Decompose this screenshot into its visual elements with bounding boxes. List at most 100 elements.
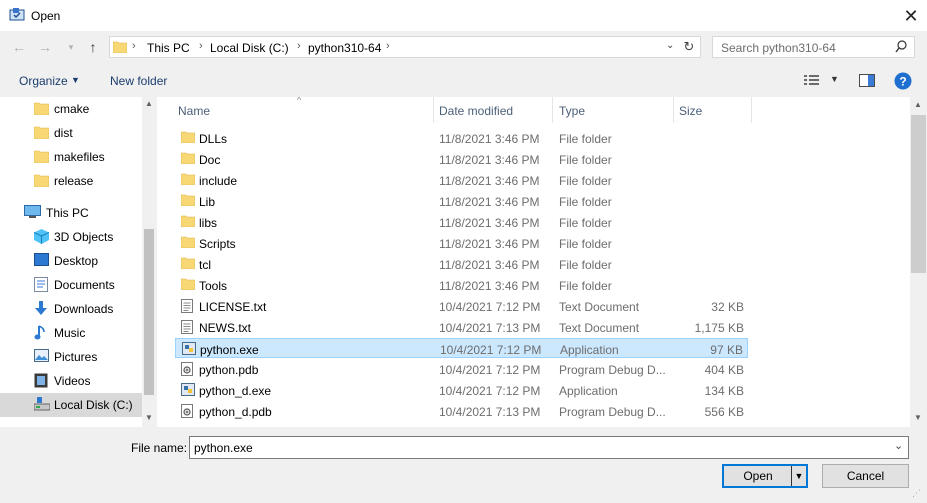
column-divider[interactable] [433, 97, 434, 123]
nav-item-downloads[interactable]: Downloads [0, 297, 142, 321]
file-date: 11/8/2021 3:46 PM [439, 258, 540, 272]
breadcrumb-separator-icon: › [386, 40, 390, 52]
nav-item-dist[interactable]: dist [0, 121, 142, 145]
scrollbar-thumb[interactable] [911, 115, 926, 273]
file-date: 11/8/2021 3:46 PM [439, 174, 540, 188]
file-list-scrollbar[interactable]: ▲ ▼ [910, 97, 927, 427]
nav-item-label: makefiles [54, 150, 105, 164]
preview-pane-icon[interactable] [859, 74, 875, 90]
chevron-down-icon: ▼ [830, 74, 839, 84]
resize-grip-icon[interactable]: ⋰ [912, 488, 921, 499]
file-name: LICENSE.txt [199, 300, 267, 314]
column-header-name[interactable]: Name [178, 104, 210, 118]
table-row[interactable]: Doc 11/8/2021 3:46 PM File folder [175, 149, 748, 169]
column-divider[interactable] [751, 97, 752, 123]
chevron-up-icon[interactable]: ▲ [914, 100, 922, 109]
table-row[interactable]: Scripts 11/8/2021 3:46 PM File folder [175, 233, 748, 253]
details-view-icon [804, 74, 820, 89]
file-date: 10/4/2021 7:13 PM [439, 405, 541, 419]
file-name-field[interactable]: python.exe ⌄ [189, 436, 909, 459]
breadcrumb-this-pc[interactable]: This PC [147, 41, 190, 55]
arrow-right-icon: → [38, 39, 52, 55]
arrow-up-icon: ↑ [89, 39, 97, 55]
column-header-size[interactable]: Size [679, 104, 702, 118]
computer-icon [24, 205, 41, 219]
table-row[interactable]: LICENSE.txt 10/4/2021 7:12 PM Text Documen… [175, 296, 748, 316]
table-row[interactable]: DLLs 11/8/2021 3:46 PM File folder [175, 128, 748, 148]
table-row[interactable]: libs 11/8/2021 3:46 PM File folder [175, 212, 748, 232]
file-type: Application [559, 384, 618, 398]
chevron-down-icon[interactable]: ⌄ [894, 439, 903, 452]
chevron-down-icon[interactable]: ▼ [145, 413, 153, 422]
chevron-down-icon[interactable]: ⌄ [666, 40, 674, 51]
table-row[interactable]: Lib 11/8/2021 3:46 PM File folder [175, 191, 748, 211]
column-header-type[interactable]: Type [559, 104, 585, 118]
organize-button[interactable]: Organize [19, 74, 68, 88]
chevron-down-icon[interactable]: ▼ [914, 413, 922, 422]
nav-item-3d-objects[interactable]: 3D Objects [0, 225, 142, 249]
nav-item-documents[interactable]: Documents [0, 273, 142, 297]
up-button[interactable]: ↑ [84, 38, 102, 56]
nav-item-label: Desktop [54, 254, 99, 268]
search-input[interactable]: Search python310-64 [721, 41, 836, 55]
chevron-down-icon: ▾ [68, 41, 74, 52]
nav-item-pictures[interactable]: Pictures [0, 345, 142, 369]
table-row[interactable]: NEWS.txt 10/4/2021 7:13 PM Text Document 1,… [175, 317, 748, 337]
search-box[interactable]: Search python310-64 [712, 36, 915, 58]
open-options-dropdown[interactable]: ▼ [791, 466, 806, 486]
file-type: Program Debug D... [559, 363, 666, 377]
column-divider[interactable] [552, 97, 553, 123]
table-row[interactable]: python_d.pdb 10/4/2021 7:13 PM Program Deb… [175, 401, 748, 421]
scrollbar-thumb[interactable] [144, 229, 154, 395]
refresh-button[interactable]: ↻ [680, 38, 698, 56]
back-button[interactable]: ← [10, 38, 28, 56]
column-header-date[interactable]: Date modified [439, 104, 513, 118]
sort-ascending-icon: ^ [297, 97, 302, 105]
help-icon[interactable]: ? [894, 72, 912, 93]
nav-item-desktop[interactable]: Desktop [0, 249, 142, 273]
open-button[interactable]: Open ▼ [722, 464, 808, 488]
open-button-label: Open [743, 469, 773, 483]
chevron-down-icon: ▼ [794, 471, 804, 481]
file-type: File folder [559, 195, 612, 209]
nav-item-local-disk[interactable]: Local Disk (C:) [0, 393, 142, 417]
window-title: Open [31, 9, 61, 23]
file-date: 10/4/2021 7:12 PM [439, 363, 541, 377]
nav-item-release[interactable]: release [0, 169, 142, 193]
file-size: 32 KB [711, 300, 744, 314]
nav-item-music[interactable]: Music [0, 321, 142, 345]
nav-item-videos[interactable]: Videos [0, 369, 142, 393]
file-size: 556 KB [704, 405, 744, 419]
table-row[interactable]: Tools 11/8/2021 3:46 PM File folder [175, 275, 748, 295]
new-folder-button[interactable]: New folder [110, 74, 167, 88]
file-date: 10/4/2021 7:12 PM [440, 343, 542, 357]
breadcrumb-python310[interactable]: python310-64 [308, 41, 381, 55]
cancel-button[interactable]: Cancel [822, 464, 909, 488]
nav-item-makefiles[interactable]: makefiles [0, 145, 142, 169]
address-bar[interactable]: › This PC › Local Disk (C:) › python310-… [109, 36, 701, 58]
table-row[interactable]: python_d.exe 10/4/2021 7:12 PM Application… [175, 380, 748, 400]
download-icon [34, 301, 49, 315]
nav-item-cmake[interactable]: cmake [0, 97, 142, 121]
table-row[interactable]: tcl 11/8/2021 3:46 PM File folder [175, 254, 748, 274]
breadcrumb-local-disk[interactable]: Local Disk (C:) [210, 41, 289, 55]
file-date: 11/8/2021 3:46 PM [439, 237, 540, 251]
breadcrumb-separator-icon: › [297, 40, 301, 52]
chevron-up-icon[interactable]: ▲ [145, 99, 153, 108]
nav-scrollbar[interactable]: ▲ ▼ [142, 97, 156, 427]
table-row[interactable]: python.exe 10/4/2021 7:12 PM Application 97… [175, 338, 748, 358]
file-name: python_d.pdb [199, 405, 272, 419]
file-name-input[interactable]: python.exe [194, 441, 253, 455]
recent-locations-button[interactable]: ▾ [62, 38, 80, 56]
file-name: python.pdb [199, 363, 259, 377]
column-divider[interactable] [673, 97, 674, 123]
file-type: Text Document [559, 300, 640, 314]
close-button[interactable]: ✕ [897, 2, 925, 30]
breadcrumb-separator-icon: › [199, 40, 203, 52]
change-view-button[interactable]: ▼ [804, 73, 842, 89]
python-exe-icon [181, 383, 195, 396]
nav-item-this-pc[interactable]: This PC [0, 201, 142, 225]
forward-button[interactable]: → [36, 38, 54, 56]
table-row[interactable]: include 11/8/2021 3:46 PM File folder [175, 170, 748, 190]
table-row[interactable]: python.pdb 10/4/2021 7:12 PM Program Debug… [175, 359, 748, 379]
